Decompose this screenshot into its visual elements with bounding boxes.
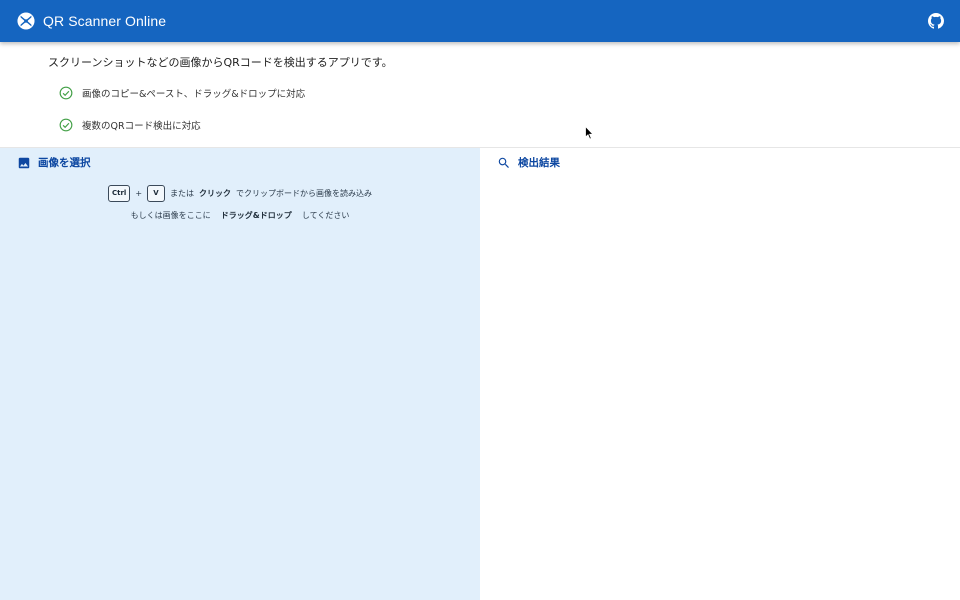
github-icon[interactable] (928, 13, 944, 29)
drop-hint-suffix: してください (301, 211, 350, 220)
result-pane: 検出結果 (480, 148, 960, 600)
drop-hint: もしくは画像をここに ドラッグ&ドロップ してください (0, 210, 480, 221)
paste-hint: Ctrl + V または クリック でクリップボードから画像を読み込み (0, 185, 480, 202)
app-description: スクリーンショットなどの画像からQRコードを検出するアプリです。 (48, 56, 393, 69)
feature-item: 複数のQRコード検出に対応 (59, 118, 201, 132)
select-pane-header: 画像を選択 (17, 155, 91, 170)
image-icon (18, 157, 30, 168)
feature-label: 画像のコピー&ペースト、ドラッグ&ドロップに対応 (82, 89, 306, 100)
v-key: V (147, 185, 166, 202)
result-pane-header: 検出結果 (497, 155, 560, 170)
image-select-dropzone[interactable]: 画像を選択 Ctrl + V または クリック でクリップボードから画像を読み込… (0, 148, 480, 600)
select-pane-title: 画像を選択 (38, 157, 91, 169)
click-text: クリック (199, 189, 232, 198)
check-circle-icon (59, 86, 73, 100)
search-icon (498, 157, 509, 168)
qr-scanner-logo-icon (17, 12, 35, 30)
check-circle-icon (59, 118, 73, 132)
result-pane-title: 検出結果 (518, 157, 560, 169)
app-bar: QR Scanner Online (0, 0, 960, 42)
feature-label: 複数のQRコード検出に対応 (82, 121, 201, 132)
app-title: QR Scanner Online (43, 13, 167, 29)
or-text: または (170, 189, 195, 198)
clipboard-text: でクリップボードから画像を読み込み (236, 189, 373, 198)
drag-drop-text: ドラッグ&ドロップ (220, 211, 292, 220)
drop-hint-prefix: もしくは画像をここに (130, 211, 211, 220)
app-root: QR Scanner Online スクリーンショットなどの画像からQRコードを… (0, 0, 960, 600)
intro-section: スクリーンショットなどの画像からQRコードを検出するアプリです。 画像のコピー&… (0, 42, 960, 148)
ctrl-key: Ctrl (107, 185, 131, 202)
mouse-cursor-icon (585, 126, 594, 140)
feature-item: 画像のコピー&ペースト、ドラッグ&ドロップに対応 (59, 86, 305, 100)
plus-sign: + (135, 189, 143, 198)
